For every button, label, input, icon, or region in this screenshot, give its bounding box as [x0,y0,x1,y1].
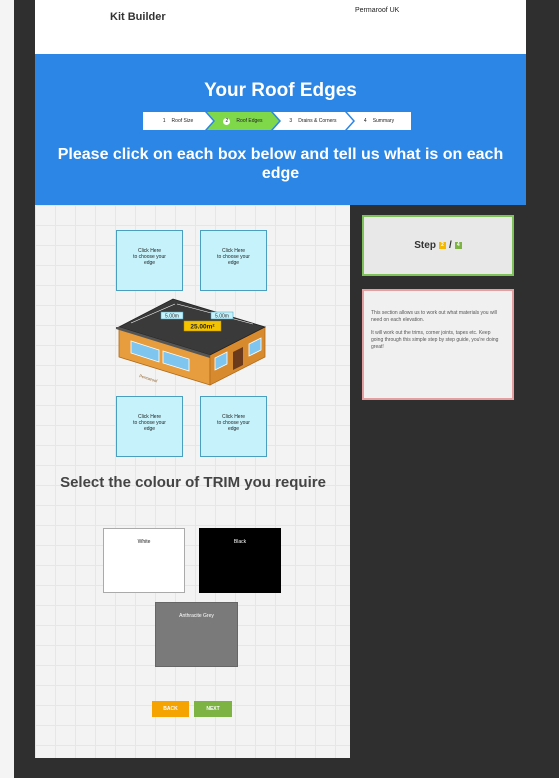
trim-option-label: White [137,539,151,545]
edge-box-top-right[interactable]: Click Here to choose your edge [200,230,267,291]
next-button[interactable]: NEXT [194,701,232,717]
step-number: 4 [363,118,367,124]
step-separator: / [448,240,452,251]
step-indicator-label: Step [414,240,436,251]
edge-box-top-left[interactable]: Click Here to choose your edge [116,230,183,291]
dimension-left: 5.00m [165,313,179,319]
edge-box-line: edge [143,260,156,266]
house-sign: Permaroof [139,373,159,384]
trim-heading: Select the colour of TRIM you require [60,474,326,491]
hero-banner: Your Roof Edges 1 Roof Size 2 Roof Edges… [35,54,526,205]
step-roof-edges[interactable]: 2 Roof Edges [207,112,279,130]
instruction-text: Please click on each box below and tell … [57,146,504,182]
trim-option-black[interactable]: Black [199,528,281,593]
edge-box-line: edge [227,426,240,432]
trim-option-white[interactable]: White [103,528,185,593]
house-illustration: 5.00m 5.00m 25.00m² Permaroof [116,298,267,386]
area-value: 25.00m² [190,324,215,331]
total-steps-badge: 4 [454,242,462,249]
top-bar: Kit Builder Permaroof UK [35,0,526,54]
edge-box-bottom-left[interactable]: Click Here to choose your edge [116,396,183,457]
edge-box-bottom-right[interactable]: Click Here to choose your edge [200,396,267,457]
edge-box-line: edge [227,260,240,266]
current-step-badge: 2 [438,242,446,249]
step-label: Roof Edges [236,118,263,124]
step-roof-size[interactable]: 1 Roof Size [143,112,213,130]
info-paragraph: This section allows us to work out what … [371,310,497,323]
brand-name[interactable]: Permaroof UK [355,7,399,14]
step-number: 3 [289,118,293,124]
progress-steps: 1 Roof Size 2 Roof Edges 3 Drains & Corn… [143,112,417,130]
edge-box-line: edge [143,426,156,432]
left-margin [0,0,14,778]
step-label: Roof Size [171,118,194,124]
dimension-right: 5.00m [215,313,229,319]
right-margin [541,0,559,778]
step-label: Summary [372,118,395,124]
page-title: Your Roof Edges [204,80,357,101]
step-indicator: Step 2 / 4 [362,215,514,276]
step-summary[interactable]: 4 Summary [347,112,411,130]
app-title: Kit Builder [110,11,166,23]
info-paragraph: It will work out the trims, corner joint… [371,330,499,350]
trim-option-label: Anthracite Grey [179,613,214,619]
info-card: This section allows us to work out what … [362,289,514,400]
step-number: 1 [162,118,166,124]
step-label: Drains & Corners [298,118,337,124]
trim-option-anthracite-grey[interactable]: Anthracite Grey [155,602,238,667]
back-button[interactable]: BACK [152,701,189,717]
step-drains-corners[interactable]: 3 Drains & Corners [273,112,353,130]
trim-option-label: Black [233,539,247,545]
step-number: 2 [223,118,230,125]
